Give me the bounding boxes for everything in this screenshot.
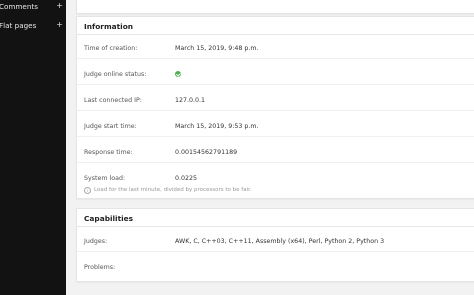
row-divider xyxy=(77,162,474,163)
check-circle-icon xyxy=(175,71,181,77)
admin-sidebar: Comments + Flat pages + xyxy=(0,0,66,295)
help-text: Load for the last minute, divided by pro… xyxy=(94,187,252,193)
information-title: Information xyxy=(77,17,474,35)
row-value: 127.0.0.1 xyxy=(175,97,206,104)
main-content: Information Time of creation: March 15, … xyxy=(66,0,474,295)
row-value: 0.00154562791189 xyxy=(175,149,238,156)
information-module: Information Time of creation: March 15, … xyxy=(76,16,474,199)
capabilities-module: Capabilities Judges: AWK, C, C++03, C++1… xyxy=(76,208,474,282)
info-circle-icon: i xyxy=(84,187,91,194)
row-key: Last connected IP: xyxy=(84,97,142,104)
sidebar-item-label: Comments xyxy=(0,2,38,11)
row-key: Response time: xyxy=(84,149,133,156)
row-divider xyxy=(77,251,474,252)
sidebar-item-comments[interactable]: Comments + xyxy=(0,0,66,14)
row-key: Judge online status: xyxy=(84,71,147,78)
row-key: Time of creation: xyxy=(84,45,138,52)
row-divider xyxy=(77,110,474,111)
expand-plus-icon[interactable]: + xyxy=(56,1,63,10)
row-divider xyxy=(77,58,474,59)
previous-module-bottom xyxy=(76,0,474,14)
row-divider xyxy=(77,84,474,85)
row-key: Problems: xyxy=(84,264,116,271)
row-key: Judge start time: xyxy=(84,123,137,130)
expand-plus-icon[interactable]: + xyxy=(56,20,63,29)
row-key: System load: xyxy=(84,175,126,182)
row-value xyxy=(175,71,181,79)
sidebar-item-flat-pages[interactable]: Flat pages + xyxy=(0,19,66,33)
row-value: March 15, 2019, 9:48 p.m. xyxy=(175,45,259,52)
row-value: AWK, C, C++03, C++11, Assembly (x64), Pe… xyxy=(175,238,385,245)
row-value: 0.0225 xyxy=(175,175,198,182)
row-key: Judges: xyxy=(84,238,108,245)
row-value: March 15, 2019, 9:53 p.m. xyxy=(175,123,259,130)
sidebar-item-label: Flat pages xyxy=(0,21,37,30)
system-load-help: i Load for the last minute, divided by pr… xyxy=(84,187,252,194)
capabilities-title: Capabilities xyxy=(77,209,474,227)
row-divider xyxy=(77,136,474,137)
